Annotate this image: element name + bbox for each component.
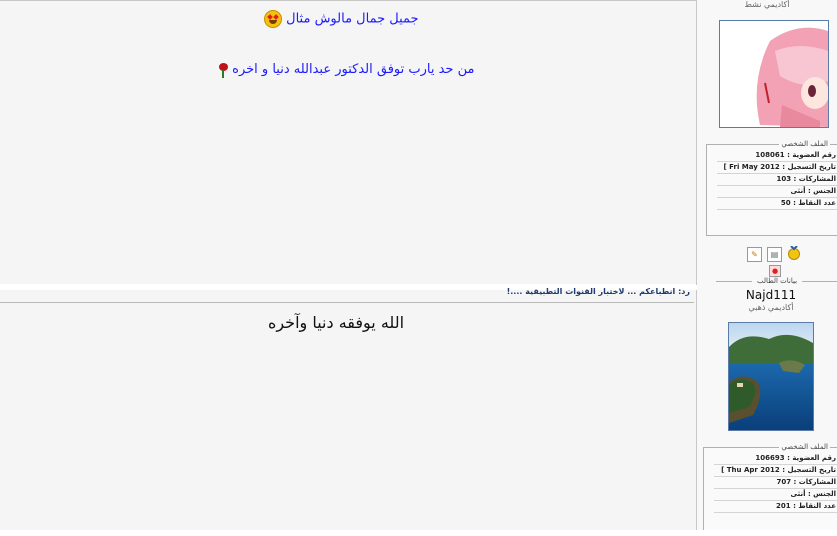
- note-badge-icon[interactable]: ▤: [767, 247, 782, 262]
- profile-row: المشاركات : 707: [714, 477, 837, 489]
- user-2-username[interactable]: Najd111: [712, 288, 830, 302]
- user-1-profile-box: الملف الشخصي رقم العضوية : 108061 تاريخ …: [706, 140, 837, 236]
- post-1-line-2: من حد يارب توفق الدكتور عبدالله دنيا و ا…: [218, 62, 475, 78]
- rose-icon: [218, 62, 228, 78]
- post-1-body: [0, 0, 697, 285]
- smiling-face-heart-eyes-icon: [264, 10, 282, 28]
- post-2-title[interactable]: رد: انطباعكم ... لاختبار القنوات التطبيق…: [300, 287, 690, 298]
- user-1-profile-legend: الملف الشخصي: [781, 140, 828, 148]
- profile-row: المشاركات : 103: [717, 174, 837, 186]
- user-1-avatar[interactable]: [719, 20, 829, 128]
- post-2-title-divider: [0, 302, 694, 303]
- profile-row: رقم العضوية : 106693: [714, 453, 837, 465]
- user-2-avatar[interactable]: [728, 322, 814, 431]
- profile-row: تاريخ التسجيل : Thu Apr 2012 ]: [714, 465, 837, 477]
- profile-row: عدد النقاط : 50: [717, 198, 837, 210]
- user-2-profile-box: الملف الشخصي رقم العضوية : 106693 تاريخ …: [703, 443, 837, 533]
- anime-avatar-image: [720, 21, 829, 128]
- post-2-message: الله يوفقه دنيا وآخره: [267, 313, 405, 332]
- profile-row: الجنس : أنثى: [717, 186, 837, 198]
- profile-row: عدد النقاط : 201: [714, 501, 837, 513]
- user-2-rank: أكاديمي ذهبي: [748, 303, 794, 312]
- coastal-landscape-image: [729, 323, 813, 430]
- post-1-line-1: جميل جمال مالوش مثال: [264, 10, 419, 28]
- user-1-rank: أكاديمي نشط: [744, 0, 790, 9]
- profile-row: رقم العضوية : 108061: [717, 150, 837, 162]
- user-2-profile-legend: الملف الشخصي: [781, 443, 828, 451]
- profile-row: تاريخ التسجيل : Fri May 2012 ]: [717, 162, 837, 174]
- record-badge-icon[interactable]: ●: [769, 265, 781, 277]
- post-1-line-1-text: جميل جمال مالوش مثال: [286, 11, 419, 27]
- profile-row: الجنس : أنثى: [714, 489, 837, 501]
- user-1-student-legend: بيانات الطالب: [752, 277, 802, 285]
- medal-icon[interactable]: [787, 245, 801, 260]
- post-1-line-2-text: من حد يارب توفق الدكتور عبدالله دنيا و ا…: [232, 62, 475, 77]
- page-bottom-strip: [0, 530, 837, 536]
- pencil-badge-icon[interactable]: ✎: [747, 247, 762, 262]
